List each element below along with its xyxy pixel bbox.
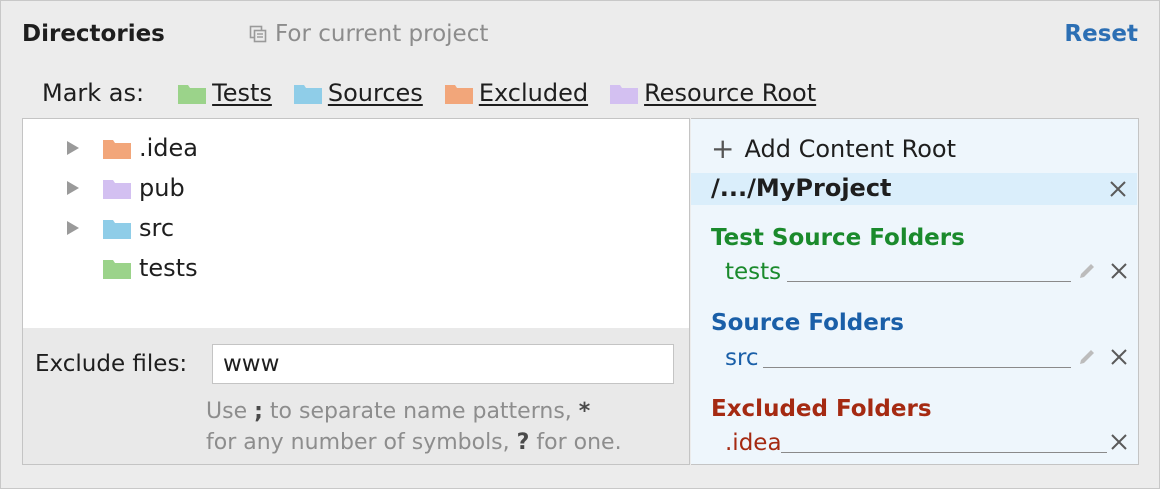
mark-resource-root-button[interactable]: Resource Root xyxy=(610,79,816,107)
add-content-root-label: Add Content Root xyxy=(744,135,957,163)
mark-tests-label: Tests xyxy=(212,79,272,107)
scope-indicator: For current project xyxy=(249,21,488,47)
excluded-folder-icon xyxy=(103,140,131,159)
test-folder-icon xyxy=(178,85,207,104)
remove-test-folder-icon[interactable] xyxy=(1110,262,1128,280)
excluded-folder-icon xyxy=(444,85,473,104)
section-title: Directories xyxy=(22,21,165,47)
directories-panel: Directories For current project Reset Ma… xyxy=(0,0,1160,489)
entry-underline xyxy=(787,281,1071,282)
exclude-files-input[interactable] xyxy=(212,344,674,384)
test-source-folders-title: Test Source Folders xyxy=(711,225,965,251)
expand-arrow-icon[interactable] xyxy=(67,181,79,195)
test-folder-entry: tests xyxy=(725,259,782,285)
directory-tree-panel: .idea pub src tests Exclude files: Use ;… xyxy=(22,118,690,465)
test-folder-icon xyxy=(103,260,131,279)
source-folder-icon xyxy=(293,85,322,104)
mark-tests-button[interactable]: Tests xyxy=(178,79,272,107)
content-root-path: /.../MyProject xyxy=(711,174,892,202)
mark-sources-label: Sources xyxy=(327,79,423,107)
exclude-files-label: Exclude files: xyxy=(35,351,188,377)
expand-arrow-icon[interactable] xyxy=(67,221,79,235)
copy-icon xyxy=(249,25,267,43)
mark-as-toolbar: Mark as: Tests Sources Excluded Resource… xyxy=(42,79,838,107)
excluded-folders-title: Excluded Folders xyxy=(711,396,932,422)
content-root-header[interactable]: /.../MyProject xyxy=(691,173,1137,205)
hint-line-1: Use ; to separate name patterns, * xyxy=(206,399,591,424)
mark-sources-button[interactable]: Sources xyxy=(293,79,423,107)
directory-tree: .idea pub src tests xyxy=(23,119,689,328)
plus-icon: + xyxy=(711,132,735,165)
tree-item-label: src xyxy=(139,214,175,242)
edit-pencil-icon[interactable] xyxy=(1077,347,1097,367)
tree-item-src[interactable]: src xyxy=(23,208,683,248)
tree-item-label: tests xyxy=(139,254,198,282)
tree-item-label: .idea xyxy=(139,134,199,162)
remove-source-folder-icon[interactable] xyxy=(1110,348,1128,366)
source-folder-entry: src xyxy=(725,345,759,371)
hint-line-2: for any number of symbols, ? for one. xyxy=(206,430,622,455)
expand-arrow-icon[interactable] xyxy=(67,141,79,155)
edit-pencil-icon[interactable] xyxy=(1077,261,1097,281)
entry-underline xyxy=(763,367,1071,368)
remove-excluded-folder-icon[interactable] xyxy=(1110,433,1128,451)
add-content-root-button[interactable]: + Add Content Root xyxy=(711,132,957,165)
tree-item-tests[interactable]: tests xyxy=(23,248,683,288)
tree-item-idea[interactable]: .idea xyxy=(23,128,683,168)
tree-item-label: pub xyxy=(139,174,185,202)
exclude-files-hint: Use ; to separate name patterns, * for a… xyxy=(206,396,676,458)
remove-content-root-icon[interactable] xyxy=(1109,180,1127,198)
mark-excluded-button[interactable]: Excluded xyxy=(444,79,589,107)
entry-underline xyxy=(781,452,1107,453)
resource-folder-icon xyxy=(610,85,639,104)
mark-as-label: Mark as: xyxy=(42,79,145,107)
reset-link[interactable]: Reset xyxy=(1064,21,1138,47)
source-folder-icon xyxy=(103,220,131,239)
content-roots-panel: + Add Content Root /.../MyProject Test S… xyxy=(691,118,1139,465)
mark-excluded-label: Excluded xyxy=(478,79,589,107)
mark-resource-root-label: Resource Root xyxy=(644,79,817,107)
scope-label: For current project xyxy=(275,21,489,47)
tree-item-pub[interactable]: pub xyxy=(23,168,683,208)
resource-folder-icon xyxy=(103,180,131,199)
excluded-folder-entry: .idea xyxy=(725,430,782,456)
source-folders-title: Source Folders xyxy=(711,310,904,336)
